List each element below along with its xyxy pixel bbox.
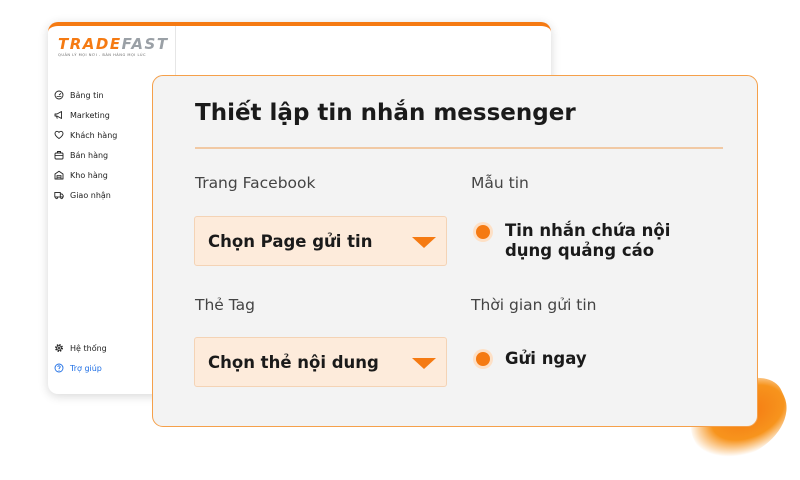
send-time-radio-now[interactable]: Gửi ngay [476,349,587,369]
logo-tagline: QUẢN LÝ MỌI NƠI - BÁN HÀNG MỌI LÚC [58,53,146,57]
caret-down-icon [412,236,436,248]
messenger-settings-card: Thiết lập tin nhắn messenger Trang Faceb… [152,75,758,427]
title-divider [195,147,723,149]
facebook-page-label: Trang Facebook [195,174,316,192]
sidebar-item-label: Bảng tin [70,90,104,100]
facebook-page-select[interactable]: Chọn Page gửi tin [194,216,447,266]
sidebar-item-label: Trợ giúp [70,363,102,373]
sidebar-item-label: Giao nhận [70,190,111,200]
template-radio-label: Tin nhắn chứa nội dụng quảng cáo [505,221,670,261]
send-time-label: Thời gian gửi tin [471,296,597,314]
tag-select-value: Chọn thẻ nội dung [208,352,379,372]
send-time-radio-label: Gửi ngay [505,349,587,368]
logo-wordmark: TRADEFAST [58,36,169,52]
megaphone-icon [54,111,62,119]
warehouse-icon [54,170,64,180]
radio-selected-icon [476,352,490,366]
template-radio-ad-content[interactable]: Tin nhắn chứa nội dụng quảng cáo [476,221,670,261]
sidebar-item-label: Kho hàng [70,170,108,180]
help-icon [54,363,64,373]
facebook-page-select-value: Chọn Page gửi tin [208,231,373,251]
caret-down-icon [412,357,436,369]
sidebar-item-label: Khách hàng [70,130,118,140]
template-radio-line-1: Tin nhắn chứa nội [505,221,671,240]
delivery-icon [54,192,64,200]
template-radio-line-2: dụng quảng cáo [505,241,655,260]
radio-selected-icon [476,225,490,239]
sidebar-item-label: Marketing [70,110,110,120]
customer-icon [54,130,64,140]
sidebar-item-label: Hệ thống [70,343,107,353]
dashboard-icon [54,90,64,100]
card-title: Thiết lập tin nhắn messenger [195,100,576,126]
sales-icon [54,151,64,160]
logo-part-fast: FAST [121,35,169,53]
tag-select[interactable]: Chọn thẻ nội dung [194,337,447,387]
logo-part-trade: TRADE [58,35,122,53]
tradefast-logo: TRADEFAST QUẢN LÝ MỌI NƠI - BÁN HÀNG MỌI… [58,36,169,57]
tag-label: Thẻ Tag [195,296,255,314]
gear-icon [55,344,63,352]
sidebar-item-label: Bán hàng [70,150,109,160]
template-label: Mẫu tin [471,174,529,192]
